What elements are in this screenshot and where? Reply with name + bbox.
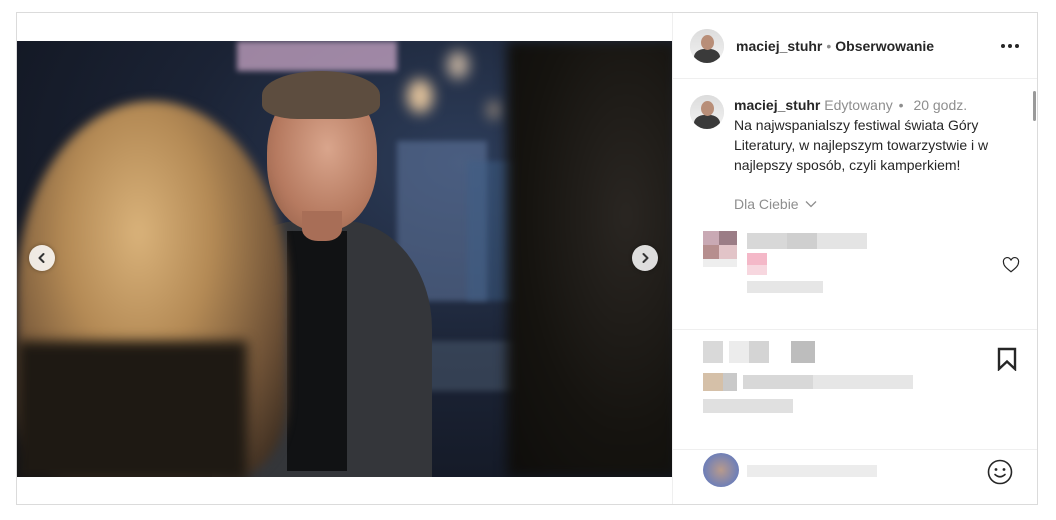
carousel-prev-button[interactable]	[29, 245, 55, 271]
divider	[673, 329, 1037, 330]
meta-separator: •	[898, 97, 904, 113]
post-photo	[17, 41, 673, 477]
chevron-down-icon	[805, 201, 817, 208]
chevron-left-icon	[38, 253, 45, 263]
carousel-next-button[interactable]	[632, 245, 658, 271]
post-caption: maciej_stuhr Edytowany • 20 godz. Na naj…	[690, 95, 1020, 175]
more-options-button[interactable]	[998, 34, 1022, 58]
header-username[interactable]: maciej_stuhr	[736, 38, 822, 54]
avatar[interactable]	[690, 28, 724, 63]
header-separator: •	[826, 37, 832, 54]
caption-avatar[interactable]	[690, 95, 724, 129]
post-time[interactable]: 20 godz.	[913, 97, 967, 113]
post-media	[17, 13, 673, 504]
post-header: maciej_stuhr • Obserwowanie	[673, 13, 1037, 79]
censored-comment	[703, 231, 883, 301]
caption-username[interactable]: maciej_stuhr	[734, 97, 820, 113]
post-side-panel: maciej_stuhr • Obserwowanie maciej_stuhr…	[672, 13, 1037, 504]
censored-likes	[703, 341, 913, 421]
heart-icon	[1002, 257, 1020, 273]
translation-toggle[interactable]: Dla Ciebie	[734, 196, 817, 212]
following-button[interactable]: Obserwowanie	[835, 38, 934, 54]
instagram-post: maciej_stuhr • Obserwowanie maciej_stuhr…	[16, 12, 1038, 505]
smiley-icon	[987, 459, 1013, 485]
caption-text: Na najwspanialszy festiwal świata Góry L…	[734, 117, 989, 173]
chevron-right-icon	[642, 253, 649, 263]
save-button[interactable]	[996, 347, 1018, 372]
like-button[interactable]	[1002, 256, 1020, 274]
translation-toggle-label: Dla Ciebie	[734, 196, 799, 212]
censored-comment-input	[703, 453, 883, 493]
emoji-button[interactable]	[987, 459, 1013, 485]
divider	[673, 449, 1037, 450]
edited-label: Edytowany	[824, 97, 893, 113]
more-horizontal-icon	[1001, 43, 1019, 48]
comments-scrollbar[interactable]	[1033, 91, 1036, 121]
bookmark-icon	[997, 347, 1017, 372]
